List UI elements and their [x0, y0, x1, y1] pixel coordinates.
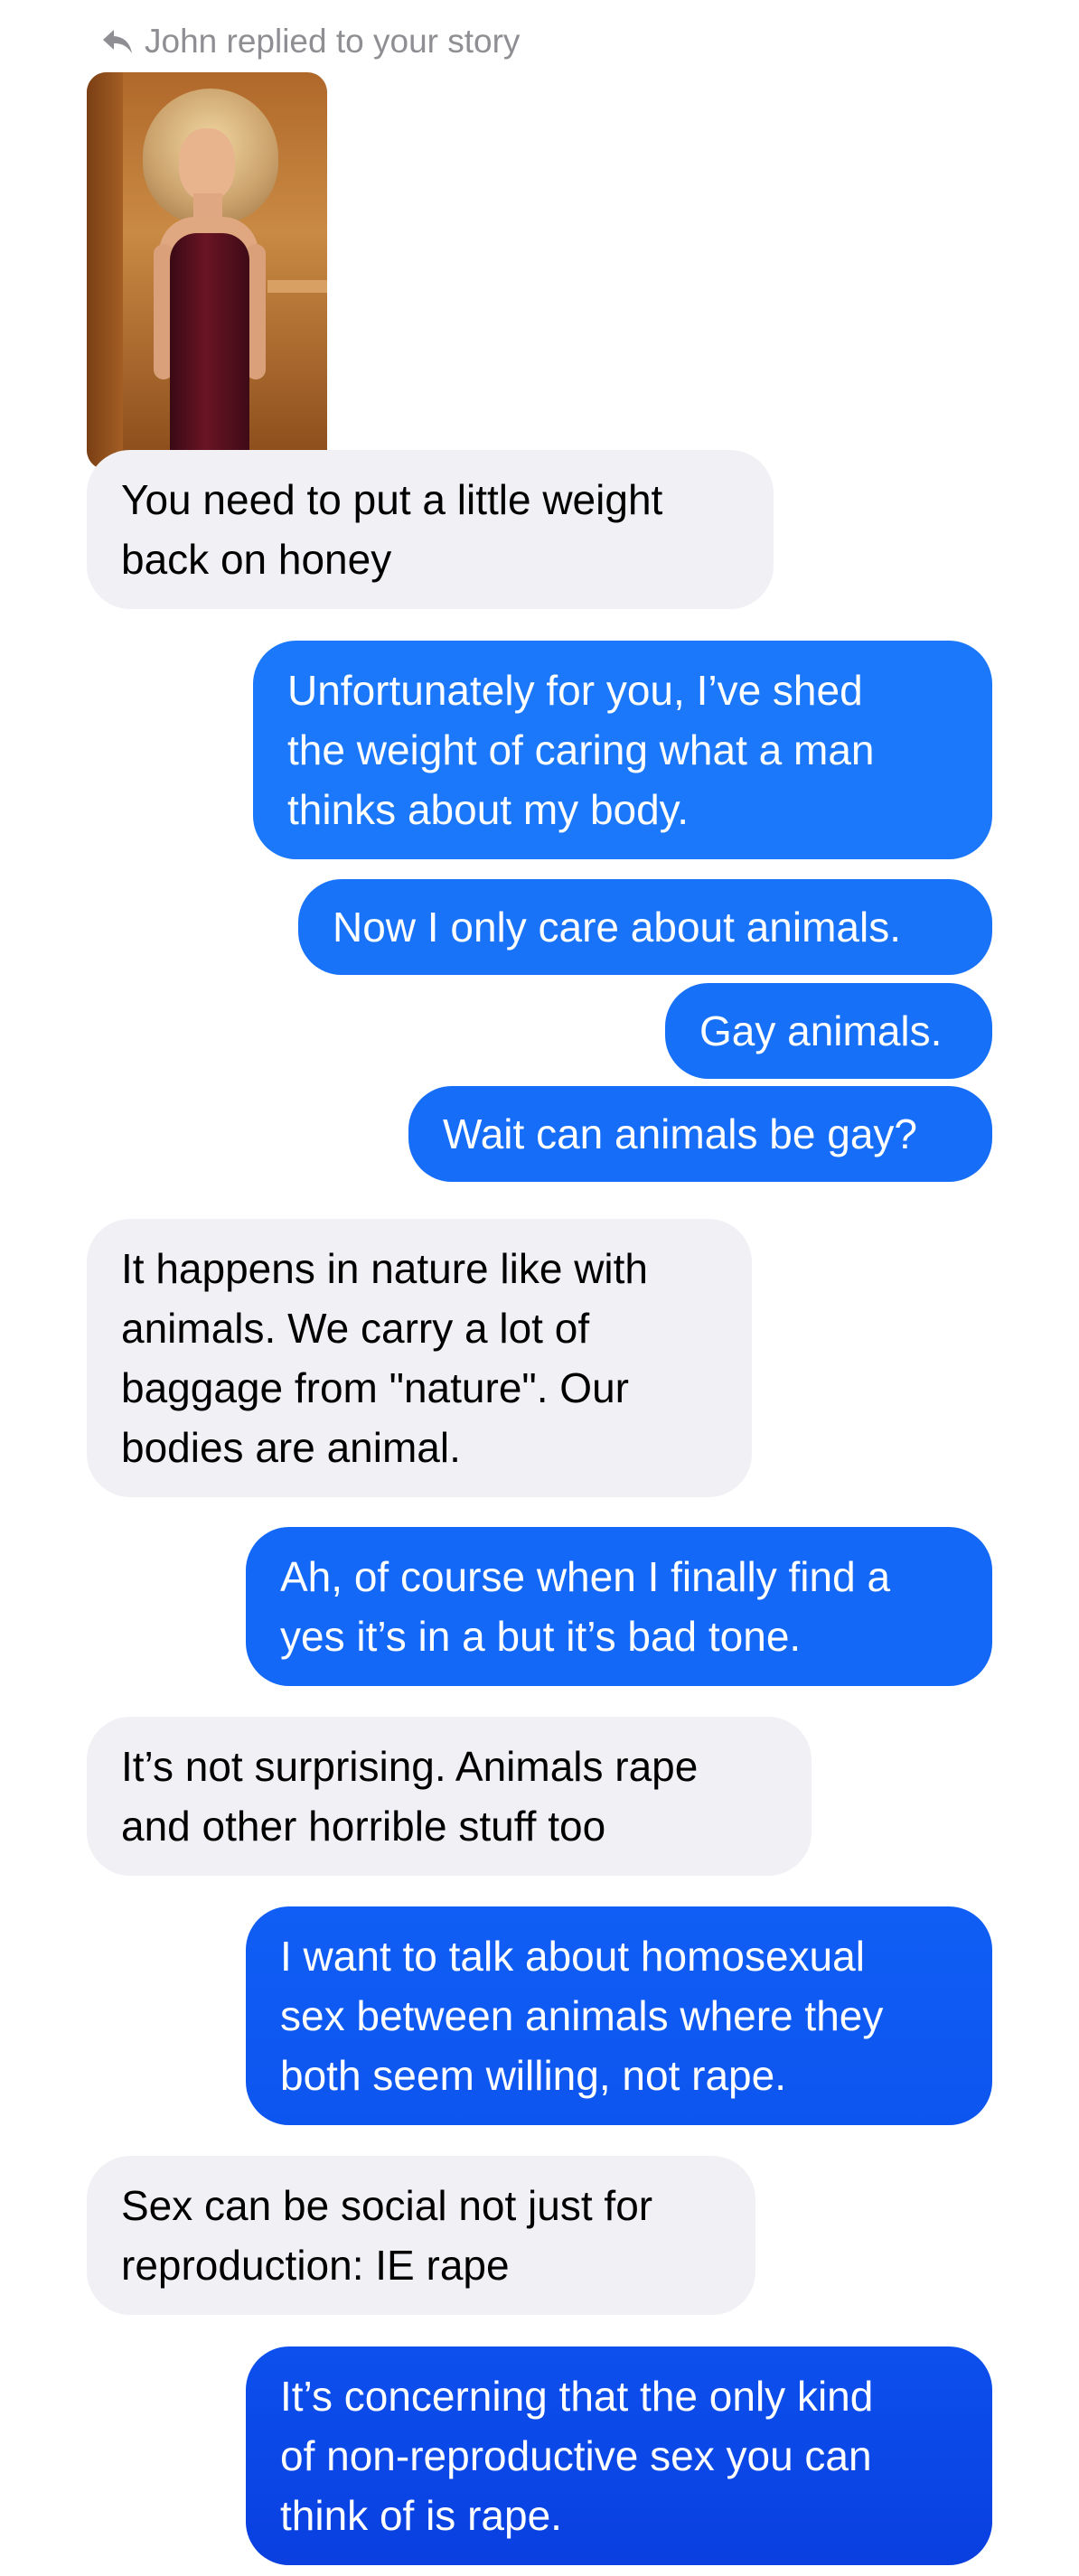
message-bubble-outgoing[interactable]: I want to talk about homosexual sex betw… — [246, 1906, 992, 2125]
story-photo[interactable] — [87, 72, 327, 470]
message-thread: John replied to your story You need to p… — [0, 0, 1079, 2576]
message-bubble-outgoing[interactable]: Gay animals. — [665, 983, 992, 1079]
message-bubble-outgoing[interactable]: Now I only care about animals. — [298, 879, 992, 975]
story-reply-header: John replied to your story — [101, 20, 520, 63]
message-bubble-incoming[interactable]: You need to put a little weight back on … — [87, 450, 774, 609]
message-bubble-outgoing[interactable]: Wait can animals be gay? — [408, 1086, 992, 1182]
message-bubble-outgoing[interactable]: It’s concerning that the only kind of no… — [246, 2347, 992, 2565]
message-bubble-incoming[interactable]: Sex can be social not just for reproduct… — [87, 2156, 755, 2315]
story-reply-label: John replied to your story — [145, 23, 521, 60]
message-bubble-outgoing[interactable]: Unfortunately for you, I’ve shed the wei… — [253, 641, 992, 859]
message-bubble-incoming[interactable]: It’s not surprising. Animals rape and ot… — [87, 1717, 812, 1876]
message-bubble-outgoing[interactable]: Ah, of course when I finally find a yes … — [246, 1527, 992, 1686]
reply-arrow-icon — [103, 30, 132, 53]
message-bubble-incoming[interactable]: It happens in nature like with animals. … — [87, 1219, 752, 1497]
